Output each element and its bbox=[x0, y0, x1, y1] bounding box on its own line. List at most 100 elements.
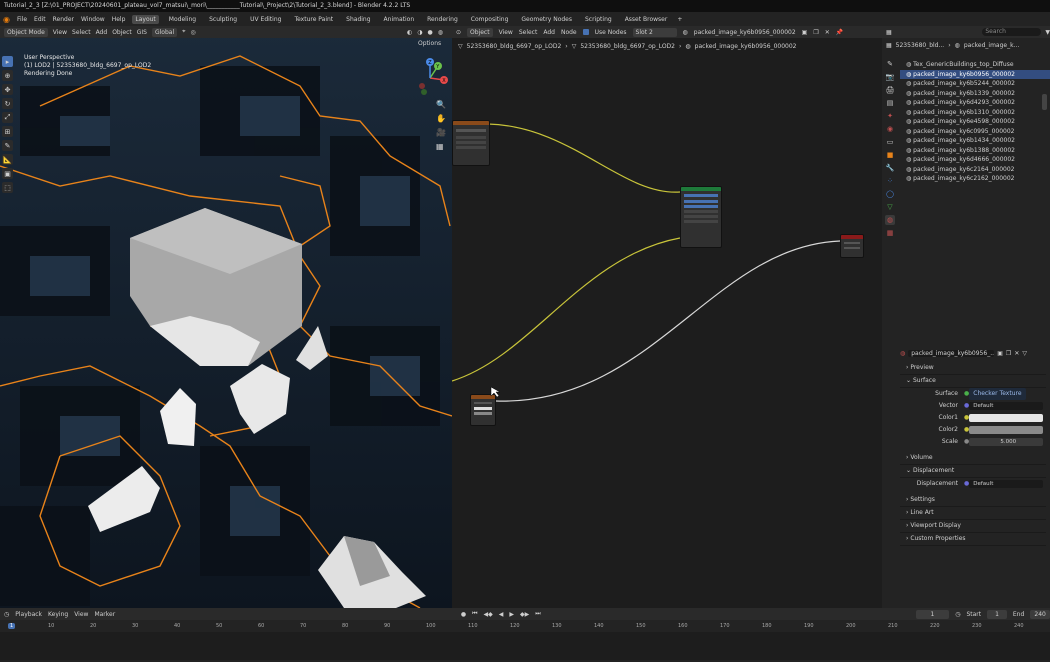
editor-type-icon[interactable]: ◷ bbox=[4, 611, 9, 618]
transform-orientation-dropdown[interactable]: Global bbox=[151, 27, 178, 37]
scale-field[interactable]: 5.000 bbox=[969, 438, 1044, 446]
add-workspace-icon[interactable]: + bbox=[677, 16, 682, 23]
select-tool-icon[interactable]: ▸ bbox=[2, 56, 13, 67]
play-icon[interactable]: ▶ bbox=[509, 611, 514, 618]
shading-material-icon[interactable]: ◍ bbox=[438, 29, 443, 36]
shading-solid-icon[interactable]: ● bbox=[428, 29, 433, 36]
workspace-tab-texture-paint[interactable]: Texture Paint bbox=[291, 15, 336, 24]
proportional-edit-icon[interactable]: ◎ bbox=[191, 29, 196, 36]
start-frame-field[interactable]: 1 bbox=[987, 609, 1007, 619]
duplicate-icon[interactable]: ❐ bbox=[1006, 350, 1011, 357]
vector-field[interactable]: Default bbox=[969, 402, 1044, 410]
data-tab-icon[interactable]: ▽ bbox=[885, 202, 895, 212]
viewport-menu-add[interactable]: Add bbox=[96, 29, 108, 36]
list-item[interactable]: ◍ packed_image_ky6c2162_000002 bbox=[900, 174, 1050, 184]
tool-tab-icon[interactable]: ✎ bbox=[885, 59, 895, 69]
scene-tab-icon[interactable]: ✦ bbox=[885, 111, 895, 121]
editor-type-icon[interactable]: ▦ bbox=[886, 29, 892, 36]
workspace-tab-animation[interactable]: Animation bbox=[381, 15, 418, 24]
snap-icon[interactable]: ⌖ bbox=[182, 28, 185, 36]
material-name-field[interactable]: packed_image_ky6b0956_... bbox=[908, 349, 995, 357]
list-item[interactable]: ◍ Tex_GenericBuildings_top_Diffuse bbox=[900, 60, 1050, 70]
pin-icon[interactable]: ▦ bbox=[886, 42, 892, 49]
playhead[interactable]: 1 bbox=[8, 623, 16, 629]
scale-tool-icon[interactable]: ⤢ bbox=[2, 112, 13, 123]
workspace-tab-uv-editing[interactable]: UV Editing bbox=[247, 15, 284, 24]
breadcrumb-material[interactable]: packed_image_k... bbox=[964, 42, 1019, 49]
menu-help[interactable]: Help bbox=[112, 16, 126, 23]
extrude-tool-icon[interactable]: ⬚ bbox=[2, 182, 13, 193]
viewport-options-button[interactable]: Options bbox=[418, 40, 441, 47]
3d-viewport[interactable]: Object Mode View Select Add Object GIS G… bbox=[0, 26, 452, 608]
jump-start-icon[interactable]: ⏮ bbox=[472, 610, 477, 618]
object-mode-dropdown[interactable]: Object Mode bbox=[4, 27, 48, 37]
section-volume[interactable]: › Volume bbox=[900, 452, 1046, 465]
section-settings[interactable]: › Settings bbox=[900, 494, 1046, 507]
workspace-tab-layout[interactable]: Layout bbox=[132, 14, 159, 24]
filter-icon[interactable]: ▼ bbox=[1045, 29, 1050, 36]
timeline[interactable]: ◷ Playback Keying View Marker ● ⏮ ◀◆ ◀ ▶… bbox=[0, 608, 1050, 662]
modifier-tab-icon[interactable]: 🔧 bbox=[885, 163, 895, 173]
list-item[interactable]: ◍ packed_image_ky6b0956_000002 bbox=[900, 69, 1050, 79]
workspace-tab-scripting[interactable]: Scripting bbox=[582, 15, 615, 24]
clock-icon[interactable]: ◷ bbox=[955, 611, 960, 618]
menu-edit[interactable]: Edit bbox=[34, 16, 46, 23]
list-item[interactable]: ◍ packed_image_ky6b1434_000002 bbox=[900, 136, 1050, 146]
output-tab-icon[interactable]: 🖨 bbox=[885, 85, 895, 95]
list-item[interactable]: ◍ packed_image_ky6b1339_000002 bbox=[900, 89, 1050, 99]
shader-node-editor[interactable]: ⊙ Object View Select Add Node Use Nodes … bbox=[452, 26, 882, 608]
annotate-tool-icon[interactable]: ✎ bbox=[2, 140, 13, 151]
principled-bsdf-node[interactable] bbox=[680, 186, 722, 248]
unlink-icon[interactable]: ✕ bbox=[1014, 350, 1019, 357]
breadcrumb-object[interactable]: 52353680_bld... bbox=[896, 42, 945, 49]
record-icon[interactable]: ● bbox=[461, 611, 466, 618]
workspace-tab-modeling[interactable]: Modeling bbox=[166, 15, 199, 24]
list-item[interactable]: ◍ packed_image_ky6d4666_000002 bbox=[900, 155, 1050, 165]
surface-shader-field[interactable]: Checker Texture bbox=[969, 388, 1026, 400]
blender-logo-icon[interactable]: ◉ bbox=[3, 15, 10, 24]
workspace-tab-compositing[interactable]: Compositing bbox=[468, 15, 512, 24]
next-key-icon[interactable]: ◆▶ bbox=[520, 611, 529, 618]
collection-tab-icon[interactable]: ▭ bbox=[885, 137, 895, 147]
grid-icon[interactable]: ▦ bbox=[436, 140, 446, 154]
workspace-tab-sculpting[interactable]: Sculpting bbox=[206, 15, 240, 24]
view-layer-tab-icon[interactable]: ▤ bbox=[885, 98, 895, 108]
color2-swatch[interactable] bbox=[969, 426, 1044, 434]
section-preview[interactable]: › Preview bbox=[900, 362, 1046, 375]
image-texture-node[interactable] bbox=[452, 120, 490, 166]
physics-tab-icon[interactable]: ◯ bbox=[885, 189, 895, 199]
camera-icon[interactable]: 🎥 bbox=[436, 126, 446, 140]
overlays-icon[interactable]: ◑ bbox=[417, 29, 422, 36]
world-tab-icon[interactable]: ◉ bbox=[885, 124, 895, 134]
texture-tab-icon[interactable]: ▦ bbox=[885, 228, 895, 238]
workspace-tab-rendering[interactable]: Rendering bbox=[424, 15, 461, 24]
end-frame-field[interactable]: 240 bbox=[1030, 609, 1050, 619]
zoom-icon[interactable]: 🔍 bbox=[436, 98, 446, 112]
section-surface[interactable]: ⌄ Surface bbox=[900, 375, 1046, 388]
current-frame-field[interactable]: 1 bbox=[915, 609, 950, 619]
menu-render[interactable]: Render bbox=[53, 16, 74, 23]
list-item[interactable]: ◍ packed_image_ky6e4598_000002 bbox=[900, 117, 1050, 127]
displacement-field[interactable]: Default bbox=[969, 480, 1044, 488]
measure-tool-icon[interactable]: 📐 bbox=[2, 154, 13, 165]
node-tree-icon[interactable]: ▽ bbox=[1022, 350, 1027, 357]
timeline-menu-keying[interactable]: Keying bbox=[48, 611, 68, 618]
jump-end-icon[interactable]: ⏭ bbox=[535, 610, 540, 618]
fake-user-icon[interactable]: ▣ bbox=[997, 350, 1003, 357]
menu-window[interactable]: Window bbox=[81, 16, 105, 23]
transform-tool-icon[interactable]: ⊞ bbox=[2, 126, 13, 137]
move-tool-icon[interactable]: ✥ bbox=[2, 84, 13, 95]
checker-texture-node[interactable] bbox=[470, 394, 496, 426]
section-line-art[interactable]: › Line Art bbox=[900, 507, 1046, 520]
cursor-tool-icon[interactable]: ⊕ bbox=[2, 70, 13, 81]
object-tab-icon[interactable]: ■ bbox=[885, 150, 895, 160]
section-viewport-display[interactable]: › Viewport Display bbox=[900, 520, 1046, 533]
workspace-tab-shading[interactable]: Shading bbox=[343, 15, 373, 24]
render-tab-icon[interactable]: 📷 bbox=[885, 72, 895, 82]
rotate-tool-icon[interactable]: ↻ bbox=[2, 98, 13, 109]
viewport-menu-object[interactable]: Object bbox=[112, 29, 132, 36]
viewport-menu-select[interactable]: Select bbox=[72, 29, 91, 36]
material-tab-icon[interactable]: ◍ bbox=[885, 215, 895, 225]
timeline-menu-marker[interactable]: Marker bbox=[94, 611, 115, 618]
navigation-gizmo[interactable]: X Y Z bbox=[410, 56, 450, 96]
